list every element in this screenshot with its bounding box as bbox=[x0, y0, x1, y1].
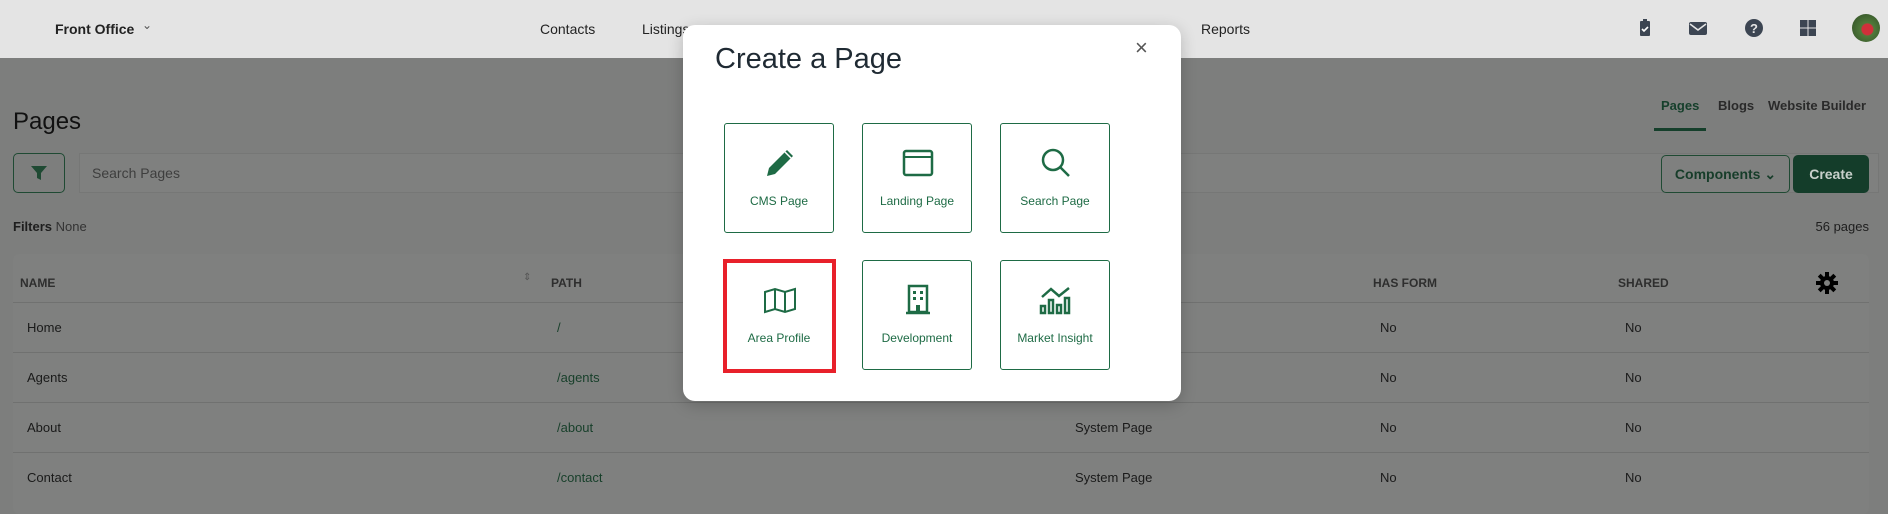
cell-name: About bbox=[27, 420, 61, 435]
tile-label: Landing Page bbox=[879, 194, 955, 208]
browser-window-icon bbox=[902, 149, 934, 177]
cell-has-form: No bbox=[1380, 470, 1397, 485]
building-icon bbox=[906, 284, 930, 315]
column-header-name[interactable]: NAME bbox=[20, 276, 55, 290]
page-count: 56 pages bbox=[1815, 219, 1870, 234]
cell-type: System Page bbox=[1075, 420, 1153, 435]
cell-path[interactable]: /contact bbox=[557, 470, 603, 485]
cell-has-form: No bbox=[1380, 320, 1397, 335]
tab-pages[interactable]: Pages bbox=[1661, 98, 1699, 113]
chevron-down-icon[interactable]: ⌄ bbox=[142, 18, 152, 32]
cell-has-form: No bbox=[1380, 420, 1397, 435]
pencil-icon bbox=[767, 150, 793, 176]
page-title: Pages bbox=[13, 108, 82, 135]
cell-name: Contact bbox=[27, 470, 72, 485]
tile-label: Search Page bbox=[1020, 194, 1090, 208]
column-header-has-form[interactable]: HAS FORM bbox=[1373, 276, 1437, 290]
tile-label: Market Insight bbox=[1017, 331, 1093, 345]
cell-shared: No bbox=[1625, 370, 1642, 385]
nav-reports[interactable]: Reports bbox=[1201, 21, 1250, 37]
tile-development[interactable]: Development bbox=[862, 260, 972, 370]
create-page-modal: Create a Page × CMS Page Landing Page Se… bbox=[683, 25, 1181, 401]
active-tab-indicator bbox=[1654, 128, 1706, 131]
filters-label: Filters bbox=[13, 219, 53, 234]
tile-label: Development bbox=[881, 331, 953, 345]
components-label: Components bbox=[1674, 166, 1761, 182]
tile-search-page[interactable]: Search Page bbox=[1000, 123, 1110, 233]
workspace-switcher[interactable]: Front Office bbox=[55, 21, 134, 37]
cell-path[interactable]: / bbox=[557, 320, 561, 335]
cell-path[interactable]: /agents bbox=[557, 370, 600, 385]
tile-landing-page[interactable]: Landing Page bbox=[862, 123, 972, 233]
mail-icon[interactable] bbox=[1687, 17, 1709, 39]
cell-type: System Page bbox=[1075, 470, 1153, 485]
tile-label: CMS Page bbox=[749, 194, 809, 208]
cell-name: Agents bbox=[27, 370, 68, 385]
column-header-path[interactable]: PATH bbox=[551, 276, 582, 290]
table-row[interactable]: Contact /contact System Page No No bbox=[13, 452, 1869, 502]
filters-value: None bbox=[55, 219, 87, 234]
cell-shared: No bbox=[1625, 320, 1642, 335]
tab-blogs[interactable]: Blogs bbox=[1718, 98, 1754, 113]
filter-button[interactable] bbox=[13, 153, 65, 193]
tile-market-insight[interactable]: Market Insight bbox=[1000, 260, 1110, 370]
highlight-box bbox=[723, 259, 836, 373]
create-button[interactable]: Create bbox=[1793, 155, 1869, 193]
sort-icon[interactable]: ⇕ bbox=[523, 272, 531, 283]
tab-website-builder[interactable]: Website Builder bbox=[1768, 98, 1866, 113]
filter-icon bbox=[31, 166, 47, 180]
avatar[interactable] bbox=[1852, 14, 1880, 42]
clipboard-check-icon[interactable] bbox=[1634, 17, 1656, 39]
tile-cms-page[interactable]: CMS Page bbox=[724, 123, 834, 233]
search-icon bbox=[1041, 148, 1070, 177]
cell-path[interactable]: /about bbox=[557, 420, 593, 435]
nav-contacts[interactable]: Contacts bbox=[540, 21, 595, 37]
apps-grid-icon[interactable] bbox=[1797, 17, 1819, 39]
modal-title: Create a Page bbox=[715, 43, 903, 75]
close-icon[interactable]: × bbox=[1135, 35, 1148, 61]
filters-summary: Filters None bbox=[13, 219, 87, 234]
cell-shared: No bbox=[1625, 470, 1642, 485]
chart-icon bbox=[1039, 287, 1071, 315]
cell-name: Home bbox=[27, 320, 62, 335]
help-icon[interactable]: ? bbox=[1743, 17, 1765, 39]
components-dropdown[interactable]: Components ⌄ bbox=[1661, 155, 1790, 193]
cell-has-form: No bbox=[1380, 370, 1397, 385]
chevron-down-icon: ⌄ bbox=[1764, 166, 1777, 182]
column-header-shared[interactable]: SHARED bbox=[1618, 276, 1669, 290]
cell-shared: No bbox=[1625, 420, 1642, 435]
gear-icon[interactable] bbox=[1815, 271, 1839, 295]
table-row[interactable]: About /about System Page No No bbox=[13, 402, 1869, 452]
svg-text:?: ? bbox=[1750, 21, 1758, 36]
